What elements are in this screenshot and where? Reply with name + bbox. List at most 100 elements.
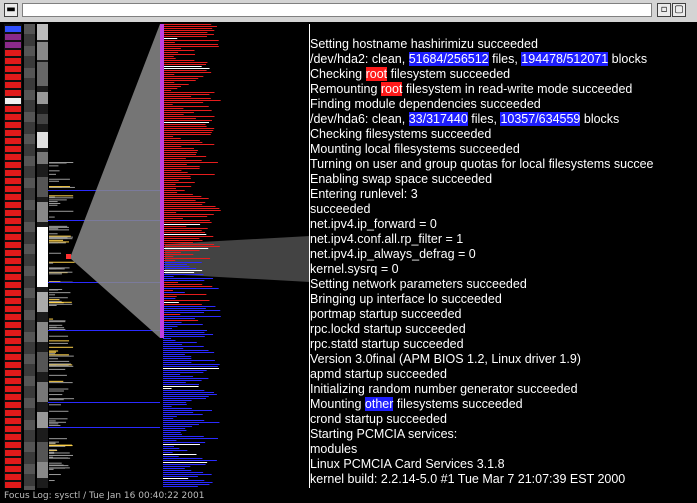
log-mark bbox=[163, 220, 210, 221]
event-tick bbox=[49, 365, 69, 367]
guide-line bbox=[48, 402, 160, 403]
file-marker bbox=[5, 370, 21, 376]
log-mark bbox=[163, 62, 208, 63]
event-tick bbox=[49, 454, 74, 456]
log-mark bbox=[163, 44, 219, 45]
file-marker bbox=[5, 82, 21, 88]
log-line: succeeded bbox=[310, 202, 697, 217]
log-mark bbox=[163, 214, 214, 215]
log-mark bbox=[163, 180, 179, 181]
density-block bbox=[37, 442, 48, 462]
file-marker bbox=[5, 26, 21, 32]
event-tick bbox=[49, 320, 66, 322]
minimize-icon[interactable]: ▫ bbox=[657, 3, 671, 17]
timeline-block bbox=[24, 464, 35, 474]
event-tick bbox=[49, 480, 55, 482]
log-mark bbox=[163, 310, 221, 311]
event-tick bbox=[49, 380, 64, 382]
density-block bbox=[37, 412, 48, 428]
file-marker bbox=[5, 330, 21, 336]
event-tick bbox=[49, 318, 54, 320]
event-tick bbox=[49, 273, 62, 275]
log-text: Initializing random number generator suc… bbox=[310, 382, 578, 396]
density-block bbox=[37, 462, 48, 478]
log-mark bbox=[163, 464, 206, 465]
event-tick bbox=[49, 233, 58, 235]
log-mark bbox=[163, 446, 174, 447]
file-marker bbox=[5, 162, 21, 168]
log-mark bbox=[163, 342, 197, 343]
log-mark bbox=[163, 390, 205, 391]
density-block bbox=[37, 227, 48, 287]
log-mark bbox=[163, 240, 203, 241]
maximize-icon[interactable]: ▢ bbox=[672, 3, 686, 17]
log-line: Mounting other filesystems succeeded bbox=[310, 397, 697, 412]
density-block bbox=[37, 292, 48, 312]
event-tick bbox=[49, 462, 62, 464]
log-mark bbox=[163, 24, 212, 25]
log-line: Enabling swap space succeeded bbox=[310, 172, 697, 187]
event-tick bbox=[49, 425, 61, 427]
log-mark bbox=[163, 398, 206, 399]
log-text: rpc.lockd startup succeeded bbox=[310, 322, 466, 336]
log-mark bbox=[163, 120, 212, 121]
log-mark bbox=[163, 154, 196, 155]
timeline-block bbox=[24, 90, 35, 100]
log-mark bbox=[163, 358, 192, 359]
log-mark bbox=[163, 334, 214, 335]
log-mark bbox=[163, 40, 219, 41]
event-tick bbox=[49, 355, 74, 357]
timeline-block bbox=[24, 68, 35, 78]
file-marker bbox=[5, 354, 21, 360]
log-mark bbox=[163, 200, 196, 201]
file-marker bbox=[5, 114, 21, 120]
log-mark bbox=[163, 188, 176, 189]
log-mark bbox=[163, 270, 203, 271]
log-mark bbox=[163, 266, 190, 267]
log-mark bbox=[163, 426, 193, 427]
log-mark bbox=[163, 326, 178, 327]
event-tick bbox=[49, 292, 71, 294]
log-mark bbox=[163, 336, 205, 337]
highlighted-token: 194478/512071 bbox=[521, 52, 609, 66]
log-mark bbox=[163, 182, 195, 183]
log-mark bbox=[163, 174, 215, 175]
timeline-block bbox=[24, 24, 35, 34]
log-mark bbox=[163, 414, 203, 415]
log-mark bbox=[163, 328, 173, 329]
log-mark bbox=[163, 274, 204, 275]
event-tick bbox=[49, 180, 60, 182]
window-menu-icon[interactable]: ▬ bbox=[4, 3, 18, 17]
event-tick bbox=[49, 445, 72, 447]
log-line: net.ipv4.ip_always_defrag = 0 bbox=[310, 247, 697, 262]
event-tick bbox=[49, 225, 68, 227]
log-mark bbox=[163, 136, 174, 137]
log-mark bbox=[163, 424, 199, 425]
event-tick bbox=[49, 353, 56, 355]
log-mark bbox=[163, 86, 182, 87]
log-text: /dev/hda6: clean, bbox=[310, 112, 409, 126]
log-text: filesystem in read-write mode succeeded bbox=[402, 82, 633, 96]
focus-lens[interactable] bbox=[70, 24, 162, 338]
log-mark bbox=[163, 166, 200, 167]
event-tick bbox=[49, 199, 67, 201]
log-line: Finding module dependencies succeeded bbox=[310, 97, 697, 112]
event-tick bbox=[49, 216, 55, 218]
log-mark bbox=[163, 210, 221, 211]
file-marker bbox=[5, 226, 21, 232]
log-mark bbox=[163, 384, 200, 385]
focus-log-text: Setting hostname hashirimizu succeeded/d… bbox=[310, 37, 697, 487]
event-tick bbox=[49, 456, 54, 458]
log-mark bbox=[163, 314, 181, 315]
file-marker bbox=[5, 450, 21, 456]
event-tick bbox=[49, 300, 62, 302]
log-mark bbox=[163, 368, 220, 369]
log-mark bbox=[163, 268, 197, 269]
log-mark bbox=[163, 42, 175, 43]
event-tick bbox=[49, 350, 59, 352]
log-mark bbox=[163, 378, 209, 379]
log-mark bbox=[163, 140, 200, 141]
log-mark bbox=[163, 324, 203, 325]
event-tick bbox=[49, 195, 74, 197]
log-mark bbox=[163, 404, 187, 405]
